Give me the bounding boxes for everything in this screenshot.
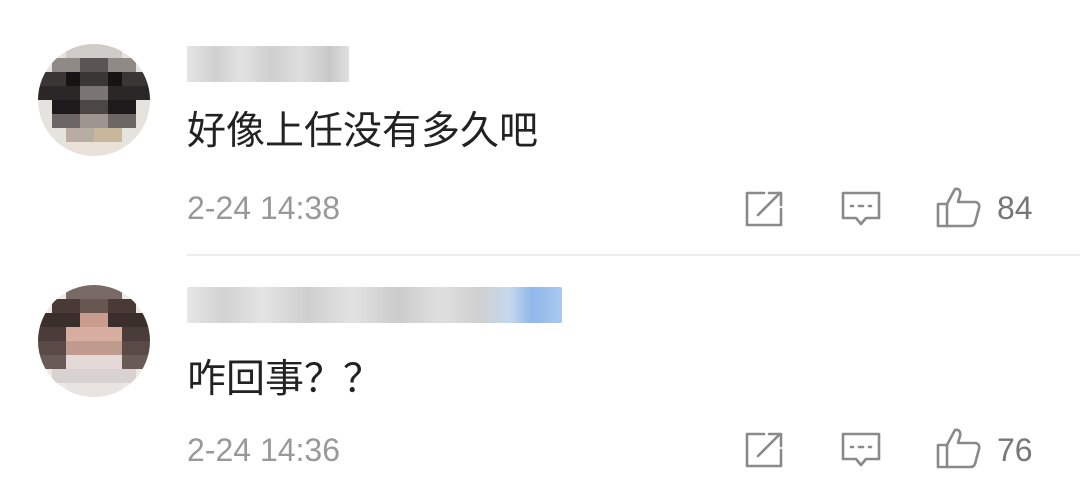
comment-text: 咋回事？？ bbox=[187, 357, 383, 402]
comment-item: 好像上任没有多久吧 2-24 14:38 84 bbox=[0, 0, 1080, 255]
comment-item: 咋回事？？ 2-24 14:36 76 bbox=[0, 255, 1080, 485]
comment-text: 好像上任没有多久吧 bbox=[187, 109, 539, 154]
avatar[interactable] bbox=[38, 285, 150, 397]
comment-time: 2-24 14:36 bbox=[187, 432, 341, 468]
username[interactable] bbox=[187, 46, 349, 82]
username[interactable] bbox=[187, 287, 562, 323]
reply-icon[interactable] bbox=[840, 189, 882, 229]
avatar[interactable] bbox=[38, 44, 150, 156]
thumbs-up-icon[interactable] bbox=[935, 426, 981, 470]
like-count: 84 bbox=[997, 190, 1033, 226]
share-icon[interactable] bbox=[743, 430, 785, 470]
reply-icon[interactable] bbox=[840, 430, 882, 470]
thumbs-up-icon[interactable] bbox=[935, 185, 981, 229]
like-count: 76 bbox=[997, 432, 1033, 468]
share-icon[interactable] bbox=[743, 189, 785, 229]
comment-time: 2-24 14:38 bbox=[187, 190, 341, 226]
